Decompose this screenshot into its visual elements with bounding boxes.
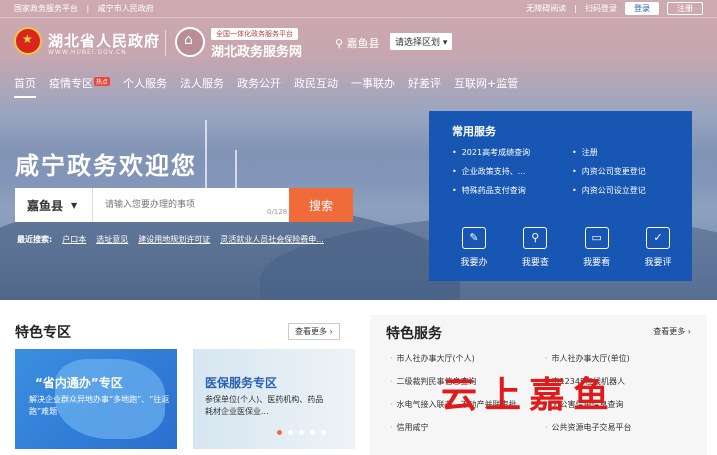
caret-down-icon: ▼ xyxy=(71,200,78,210)
feature-link[interactable]: 信用咸宁 xyxy=(390,422,545,433)
service-badge: 全国一体化政务服务平台 xyxy=(211,28,298,40)
action-label: 我要查 xyxy=(521,258,549,268)
search-input[interactable] xyxy=(93,188,289,222)
nav-personal[interactable]: 个人服务 xyxy=(123,75,167,98)
watermark: 云上嘉鱼 xyxy=(441,374,618,416)
carousel-dot[interactable] xyxy=(277,430,282,435)
action-handle[interactable]: ✎ 我要办 xyxy=(451,227,497,268)
location-pin-icon: ⚲ xyxy=(335,37,344,50)
accessibility-link[interactable]: 无障碍阅读 xyxy=(526,3,566,14)
location: ⚲ 嘉鱼县 xyxy=(335,35,380,51)
action-view[interactable]: ▭ 我要看 xyxy=(574,227,620,268)
action-label: 我要看 xyxy=(583,258,611,268)
carousel-dot[interactable] xyxy=(299,430,304,435)
hot-badge: 热点 xyxy=(94,77,111,86)
person-search-icon: ⚲ xyxy=(523,227,548,249)
province-service-card[interactable]: “省内通办”专区 解决企业群众异地办事“多地跑”、“往返跑”难题 xyxy=(15,349,177,449)
featured-services-title: 特色服务 xyxy=(386,326,442,342)
search-button[interactable]: 搜索 xyxy=(289,188,353,222)
recent-item[interactable]: 建设用地规划许可证 xyxy=(138,234,210,245)
common-service-link[interactable]: 注册 xyxy=(572,147,682,158)
recent-item[interactable]: 选址意见 xyxy=(96,234,128,245)
nav-supervision[interactable]: 互联网+监管 xyxy=(454,75,518,98)
action-label: 我要办 xyxy=(460,258,488,268)
common-service-link[interactable]: 内资公司变更登记 xyxy=(572,166,682,177)
common-services-title: 常用服务 xyxy=(452,125,496,138)
action-label: 我要评 xyxy=(644,258,672,268)
register-button[interactable]: 注册 xyxy=(667,2,703,15)
screen-icon: ▭ xyxy=(584,227,609,249)
nav-rating[interactable]: 好差评 xyxy=(408,75,441,98)
doc-edit-icon: ✎ xyxy=(462,227,486,249)
main-nav: 首页 疫情专区 热点 个人服务 法人服务 政务公开 政民互动 一事联办 好差评 互… xyxy=(14,75,518,98)
region-select[interactable]: 请选择区划 ▾ xyxy=(390,33,453,50)
link-national-platform[interactable]: 国家政务服务平台 xyxy=(14,4,78,13)
recent-item[interactable]: 户口本 xyxy=(62,234,86,245)
feature-link[interactable]: 公共资源电子交易平台 xyxy=(545,422,690,433)
featured-services-more[interactable]: 查看更多 › xyxy=(653,326,691,337)
card-desc: 参保单位(个人)、医药机构、药品耗材企业医保业... xyxy=(205,395,324,416)
recent-searches: 最近搜索: 户口本 选址意见 建设用地规划许可证 灵活就业人员社会保险费申... xyxy=(17,234,324,245)
medical-insurance-card[interactable]: 医保服务专区 参保单位(个人)、医药机构、药品耗材企业医保业... xyxy=(193,349,355,449)
card-title: “省内通办”专区 xyxy=(35,376,123,390)
common-service-link[interactable]: 2021高考成绩查询 xyxy=(452,147,572,158)
login-button[interactable]: 登录 xyxy=(625,2,659,15)
welcome-title: 咸宁政务欢迎您 xyxy=(15,152,197,180)
carousel-dot[interactable] xyxy=(288,430,293,435)
utility-bar: 国家政务服务平台 | 咸宁市人民政府 无障碍阅读 | 扫码登录 登录 注册 xyxy=(0,0,717,18)
carousel-dot[interactable] xyxy=(321,430,326,435)
common-service-link[interactable]: 企业政策支持、... xyxy=(452,166,572,177)
carousel-dots[interactable] xyxy=(277,430,326,435)
recent-label: 最近搜索: xyxy=(17,235,53,244)
service-title[interactable]: 湖北政务服务网 xyxy=(211,41,302,60)
common-service-link[interactable]: 内资公司设立登记 xyxy=(572,185,682,196)
nav-corporate[interactable]: 法人服务 xyxy=(180,75,224,98)
search-bar: 嘉鱼县 ▼ 0/128 搜索 xyxy=(15,188,353,222)
nav-epidemic[interactable]: 疫情专区 热点 xyxy=(49,75,111,98)
card-title: 医保服务专区 xyxy=(205,376,278,390)
nav-interaction[interactable]: 政民互动 xyxy=(294,75,338,98)
featured-zone-title: 特色专区 xyxy=(15,325,71,341)
scan-login-link[interactable]: 扫码登录 xyxy=(585,3,617,14)
carousel-dot[interactable] xyxy=(310,430,315,435)
nav-home[interactable]: 首页 xyxy=(14,75,36,98)
recent-item[interactable]: 灵活就业人员社会保险费申... xyxy=(220,234,324,245)
nav-epidemic-label: 疫情专区 xyxy=(49,77,93,90)
char-count: 0/128 xyxy=(267,208,288,216)
location-label: 嘉鱼县 xyxy=(346,37,380,50)
common-service-link[interactable]: 特殊药品支付查询 xyxy=(452,185,572,196)
nav-disclosure[interactable]: 政务公开 xyxy=(237,75,281,98)
card-desc: 解决企业群众异地办事“多地跑”、“往返跑”难题 xyxy=(29,395,170,416)
county-select[interactable]: 嘉鱼县 ▼ xyxy=(15,188,93,222)
common-services-panel: 常用服务 2021高考成绩查询 注册 企业政策支持、... 内资公司变更登记 特… xyxy=(429,111,692,281)
action-rate[interactable]: ✓ 我要评 xyxy=(635,227,681,268)
nav-one-thing[interactable]: 一事联办 xyxy=(351,75,395,98)
chat-icon: ✓ xyxy=(645,227,670,249)
header-divider xyxy=(165,30,166,56)
featured-zone-more[interactable]: 查看更多 › xyxy=(288,323,340,340)
gov-subtitle: WWW.HUBEI.GOV.CN xyxy=(48,49,127,56)
feature-link[interactable]: 市人社办事大厅(单位) xyxy=(545,353,690,364)
national-emblem-icon xyxy=(14,27,42,55)
action-query[interactable]: ⚲ 我要查 xyxy=(512,227,558,268)
feature-link[interactable]: 市人社办事大厅(个人) xyxy=(390,353,545,364)
gov-title[interactable]: 湖北省人民政府 xyxy=(48,30,160,51)
county-label: 嘉鱼县 xyxy=(27,198,64,213)
service-logo-icon xyxy=(175,27,205,57)
link-xianning-gov[interactable]: 咸宁市人民政府 xyxy=(98,4,154,13)
